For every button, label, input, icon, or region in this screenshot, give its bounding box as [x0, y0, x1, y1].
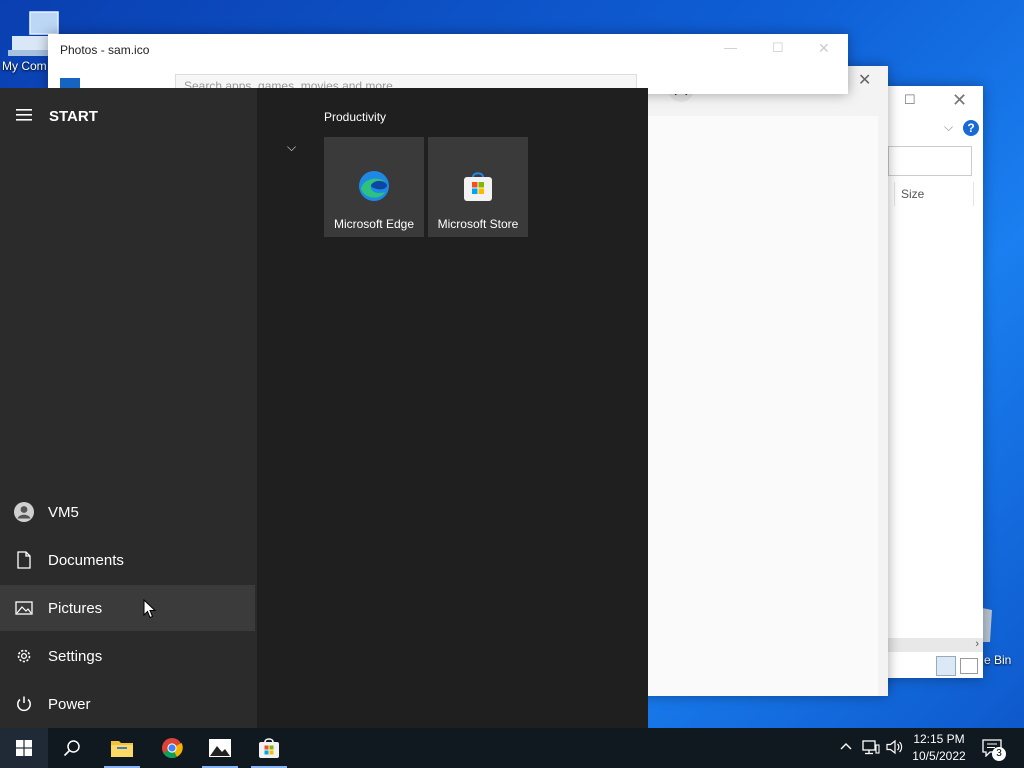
- chevron-up-icon: [840, 743, 852, 750]
- start-item-power[interactable]: Power: [0, 681, 255, 727]
- horizontal-scrollbar[interactable]: ›: [888, 638, 983, 652]
- start-menu: START VM5 Documents Pictures Settings Po…: [0, 88, 648, 728]
- start-item-label: Settings: [48, 647, 103, 665]
- speaker-icon: [886, 739, 903, 755]
- close-button[interactable]: ✕: [818, 40, 830, 57]
- tile-group-title: Productivity: [324, 110, 387, 124]
- search-box[interactable]: [888, 146, 972, 176]
- taskbar-chrome[interactable]: [148, 728, 196, 768]
- user-icon: [14, 502, 34, 522]
- taskbar: 12:15 PM 10/5/2022 3: [0, 728, 1024, 768]
- start-item-label: VM5: [48, 503, 79, 521]
- minimize-button[interactable]: —: [724, 40, 737, 55]
- search-button[interactable]: [48, 728, 96, 768]
- desktop-icon-recycle-bin[interactable]: e Bin: [982, 604, 1024, 668]
- start-item-label: Pictures: [48, 599, 103, 617]
- column-header-size[interactable]: Size: [894, 182, 974, 206]
- action-center-button[interactable]: 3: [982, 737, 1010, 761]
- help-button[interactable]: ?: [963, 120, 979, 136]
- photos-icon: [209, 739, 231, 757]
- clock[interactable]: 12:15 PM 10/5/2022: [908, 731, 970, 765]
- start-button[interactable]: [0, 728, 48, 768]
- power-icon: [17, 696, 31, 712]
- close-button[interactable]: ✕: [858, 70, 871, 90]
- edge-icon: [359, 171, 389, 201]
- document-icon: [17, 551, 31, 569]
- scroll-right-icon[interactable]: ›: [975, 638, 979, 650]
- folder-icon: [111, 741, 133, 757]
- windows-logo-icon: [16, 740, 32, 756]
- taskbar-file-explorer[interactable]: [98, 728, 146, 768]
- start-left-rail: START VM5 Documents Pictures Settings Po…: [0, 88, 257, 728]
- clock-time: 12:15 PM: [913, 732, 965, 746]
- desktop-icon-label: My Com: [2, 59, 47, 73]
- collapse-chevron-icon[interactable]: ⌵: [287, 140, 296, 155]
- volume-button[interactable]: [886, 739, 904, 758]
- details-view-icon[interactable]: [936, 656, 956, 676]
- content-panel: [648, 116, 878, 696]
- search-icon: [63, 740, 80, 757]
- hamburger-button[interactable]: [16, 108, 34, 122]
- tile-label: Microsoft Store: [437, 217, 519, 231]
- store-icon: [464, 172, 492, 201]
- start-item-documents[interactable]: Documents: [0, 537, 255, 583]
- tile-microsoft-store[interactable]: Microsoft Store: [428, 137, 528, 237]
- network-button[interactable]: [862, 739, 880, 758]
- show-hidden-icons-button[interactable]: [840, 740, 852, 754]
- tile-label: Microsoft Edge: [333, 217, 415, 231]
- taskbar-photos[interactable]: [196, 728, 244, 768]
- store-icon: [259, 738, 279, 758]
- photos-window[interactable]: Photos - sam.ico — ☐ ✕ Search apps, game…: [48, 34, 848, 96]
- start-item-settings[interactable]: Settings: [0, 633, 255, 679]
- close-button[interactable]: ✕: [952, 90, 967, 111]
- large-icons-view-icon[interactable]: [960, 658, 978, 674]
- recycle-bin-icon: [982, 608, 992, 642]
- mouse-cursor-icon: [143, 599, 157, 619]
- pictures-icon: [15, 601, 33, 615]
- tile-microsoft-edge[interactable]: Microsoft Edge: [324, 137, 424, 237]
- gear-icon: [17, 649, 31, 663]
- maximize-button[interactable]: ☐: [904, 92, 924, 112]
- start-item-label: Power: [48, 695, 91, 713]
- hamburger-icon: [16, 109, 32, 121]
- chevron-down-icon[interactable]: ⌵: [944, 120, 953, 135]
- maximize-button[interactable]: ☐: [772, 40, 784, 56]
- clock-date: 10/5/2022: [912, 749, 966, 763]
- desktop-icon-label: e Bin: [984, 653, 1012, 667]
- window-title: Photos - sam.ico: [60, 43, 150, 57]
- chrome-icon: [162, 738, 183, 759]
- notification-badge: 3: [992, 747, 1006, 761]
- start-header: START: [49, 108, 98, 125]
- start-item-pictures[interactable]: Pictures: [0, 585, 255, 631]
- network-icon: [862, 740, 880, 755]
- taskbar-store[interactable]: [245, 728, 293, 768]
- start-item-label: Documents: [48, 551, 124, 569]
- start-item-user[interactable]: VM5: [0, 489, 255, 535]
